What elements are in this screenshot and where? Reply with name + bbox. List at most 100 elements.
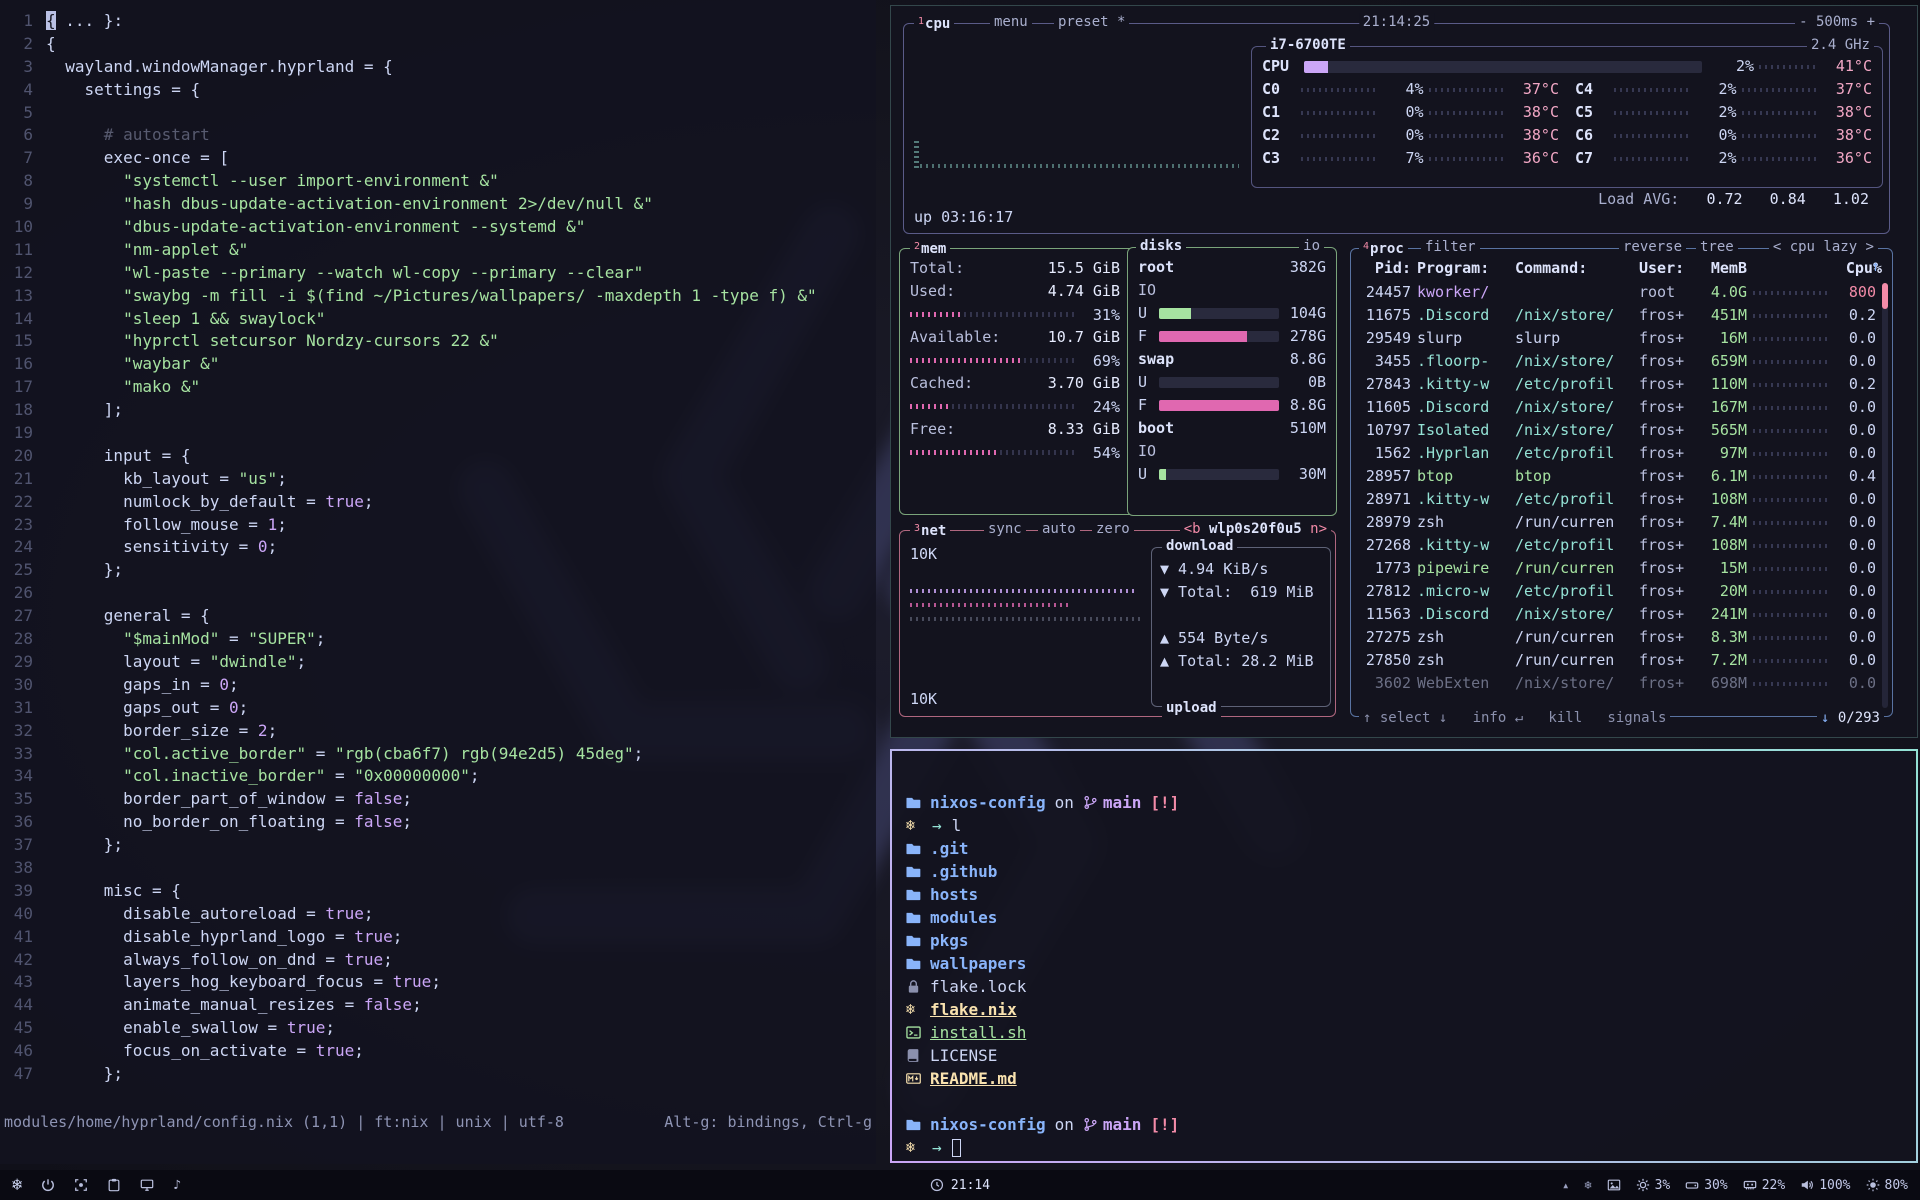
chevron-up-icon[interactable]: ▴: [1562, 1178, 1569, 1192]
clock-module[interactable]: 21:14: [930, 1178, 990, 1193]
process-row[interactable]: 27275zsh/run/currenfros+8.3M0.0: [1361, 626, 1876, 649]
cpu-box-label[interactable]: 1cpu: [914, 13, 954, 33]
proc-scrollbar-thumb[interactable]: [1882, 283, 1888, 309]
net-zero-button[interactable]: zero: [1092, 520, 1134, 538]
process-row[interactable]: 24457kworker/root4.0G800: [1361, 281, 1876, 304]
sort-selector[interactable]: < cpu lazy >: [1769, 238, 1878, 256]
process-row[interactable]: 11675.Discord/nix/store/fros+451M0.2: [1361, 304, 1876, 327]
process-row[interactable]: 28957btopbtopfros+6.1M0.4: [1361, 465, 1876, 488]
disks-box-label[interactable]: disks: [1136, 237, 1186, 255]
code-line[interactable]: 20 input = {: [0, 445, 876, 468]
process-row[interactable]: 29549slurpslurpfros+16M0.0: [1361, 327, 1876, 350]
code-line[interactable]: 36 no_border_on_floating = false;: [0, 811, 876, 834]
code-line[interactable]: 24 sensitivity = 0;: [0, 536, 876, 559]
scroll-down-indicator[interactable]: ↓: [1821, 710, 1829, 726]
process-row[interactable]: 28971.kitty-w/etc/profilfros+108M0.0: [1361, 488, 1876, 511]
editor-window[interactable]: 1{ ... }:2{3 wayland.windowManager.hyprl…: [0, 0, 876, 1164]
process-row[interactable]: 27812.micro-w/etc/profilfros+20M0.0: [1361, 580, 1876, 603]
code-line[interactable]: 21 kb_layout = "us";: [0, 468, 876, 491]
code-line[interactable]: 17 "mako &": [0, 376, 876, 399]
proc-scrollbar[interactable]: [1882, 283, 1888, 708]
process-list[interactable]: 24457kworker/root4.0G80011675.Discord/ni…: [1361, 281, 1876, 713]
preset-button[interactable]: preset *: [1054, 13, 1129, 31]
code-line[interactable]: 3 wayland.windowManager.hyprland = {: [0, 56, 876, 79]
process-row[interactable]: 28979zsh/run/currenfros+7.4M0.0: [1361, 511, 1876, 534]
code-line[interactable]: 34 "col.inactive_border" = "0x00000000";: [0, 765, 876, 788]
code-line[interactable]: 16 "waybar &": [0, 353, 876, 376]
code-line[interactable]: 45 enable_swallow = true;: [0, 1017, 876, 1040]
code-line[interactable]: 26: [0, 582, 876, 605]
code-line[interactable]: 27 general = {: [0, 605, 876, 628]
image-tray-icon[interactable]: [1607, 1178, 1621, 1192]
code-line[interactable]: 1{ ... }:: [0, 10, 876, 33]
code-line[interactable]: 35 border_part_of_window = false;: [0, 788, 876, 811]
update-interval-control[interactable]: - 500ms +: [1795, 13, 1879, 31]
code-line[interactable]: 37 };: [0, 834, 876, 857]
code-line[interactable]: 7 exec-once = [: [0, 147, 876, 170]
io-mode-button[interactable]: io: [1299, 237, 1324, 255]
code-line[interactable]: 47 };: [0, 1063, 876, 1086]
process-row[interactable]: 27268.kitty-w/etc/profilfros+108M0.0: [1361, 534, 1876, 557]
volume-module[interactable]: 100%: [1800, 1178, 1850, 1193]
code-line[interactable]: 13 "swaybg -m fill -i $(find ~/Pictures/…: [0, 285, 876, 308]
code-line[interactable]: 18 ];: [0, 399, 876, 422]
code-line[interactable]: 22 numlock_by_default = true;: [0, 491, 876, 514]
process-row[interactable]: 3602WebExten/nix/store/fros+698M0.0: [1361, 672, 1876, 695]
code-line[interactable]: 8 "systemctl --user import-environment &…: [0, 170, 876, 193]
process-row[interactable]: 27850zsh/run/currenfros+7.2M0.0: [1361, 649, 1876, 672]
process-row[interactable]: 1562.Hyprlan/etc/profilfros+97M0.0: [1361, 442, 1876, 465]
process-row[interactable]: 10797Isolated/nix/store/fros+565M0.0: [1361, 419, 1876, 442]
code-line[interactable]: 25 };: [0, 559, 876, 582]
code-line[interactable]: 5: [0, 102, 876, 125]
code-line[interactable]: 10 "dbus-update-activation-environment -…: [0, 216, 876, 239]
menu-button[interactable]: menu: [990, 13, 1032, 31]
code-line[interactable]: 14 "sleep 1 && swaylock": [0, 308, 876, 331]
code-line[interactable]: 31 gaps_out = 0;: [0, 697, 876, 720]
net-interface-selector[interactable]: <b wlp0s20f0u5 n>: [1180, 520, 1331, 538]
code-line[interactable]: 6 # autostart: [0, 124, 876, 147]
proc-header-row[interactable]: Pid: Program: Command: User: MemB Cpu%: [1361, 257, 1882, 280]
code-line[interactable]: 44 animate_manual_resizes = false;: [0, 994, 876, 1017]
editor-buffer[interactable]: 1{ ... }:2{3 wayland.windowManager.hyprl…: [0, 0, 876, 1086]
code-line[interactable]: 29 layout = "dwindle";: [0, 651, 876, 674]
nixos-menu-icon[interactable]: ❄: [12, 1175, 22, 1195]
code-line[interactable]: 39 misc = {: [0, 880, 876, 903]
process-row[interactable]: 11605.Discord/nix/store/fros+167M0.0: [1361, 396, 1876, 419]
code-line[interactable]: 41 disable_hyprland_logo = true;: [0, 926, 876, 949]
code-line[interactable]: 11 "nm-applet &": [0, 239, 876, 262]
mem-box-label[interactable]: 2mem: [910, 238, 950, 258]
code-line[interactable]: 38: [0, 857, 876, 880]
music-icon[interactable]: ♪: [173, 1178, 181, 1193]
cpu-module[interactable]: 3%: [1636, 1178, 1671, 1193]
command-line[interactable]: ❄ →: [906, 1136, 1902, 1159]
net-auto-button[interactable]: auto: [1038, 520, 1080, 538]
code-line[interactable]: 19: [0, 422, 876, 445]
clipboard-icon[interactable]: [107, 1178, 121, 1192]
code-line[interactable]: 43 layers_hog_keyboard_focus = true;: [0, 971, 876, 994]
display-icon[interactable]: [140, 1178, 154, 1192]
code-line[interactable]: 32 border_size = 2;: [0, 720, 876, 743]
code-line[interactable]: 12 "wl-paste --primary --watch wl-copy -…: [0, 262, 876, 285]
memory-module[interactable]: 22%: [1743, 1178, 1785, 1193]
net-box-label[interactable]: 3net: [910, 520, 950, 540]
code-line[interactable]: 2{: [0, 33, 876, 56]
code-line[interactable]: 33 "col.active_border" = "rgb(cba6f7) rg…: [0, 743, 876, 766]
code-line[interactable]: 15 "hyprctl setcursor Nordzy-cursors 22 …: [0, 330, 876, 353]
code-line[interactable]: 42 always_follow_on_dnd = true;: [0, 949, 876, 972]
process-row[interactable]: 27843.kitty-w/etc/profilfros+110M0.2: [1361, 373, 1876, 396]
reverse-button[interactable]: reverse: [1619, 238, 1686, 256]
code-line[interactable]: 30 gaps_in = 0;: [0, 674, 876, 697]
process-row[interactable]: 1773pipewire/run/currenfros+15M0.0: [1361, 557, 1876, 580]
code-line[interactable]: 4 settings = {: [0, 79, 876, 102]
screenshot-icon[interactable]: [74, 1178, 88, 1192]
snowflake-tray-icon[interactable]: ❄: [1584, 1178, 1591, 1192]
proc-box-label[interactable]: 4proc: [1359, 238, 1408, 258]
code-line[interactable]: 46 focus_on_activate = true;: [0, 1040, 876, 1063]
code-line[interactable]: 28 "$mainMod" = "SUPER";: [0, 628, 876, 651]
code-line[interactable]: 40 disable_autoreload = true;: [0, 903, 876, 926]
filter-button[interactable]: filter: [1421, 238, 1480, 256]
proc-footer-hints[interactable]: ↑ select ↓ info ↵ kill signals: [1359, 709, 1670, 727]
btop-window[interactable]: 1cpu menu preset * 21:14:25 - 500ms + i7…: [890, 5, 1918, 738]
brightness-module[interactable]: 80%: [1866, 1178, 1908, 1193]
net-sync-button[interactable]: sync: [984, 520, 1026, 538]
